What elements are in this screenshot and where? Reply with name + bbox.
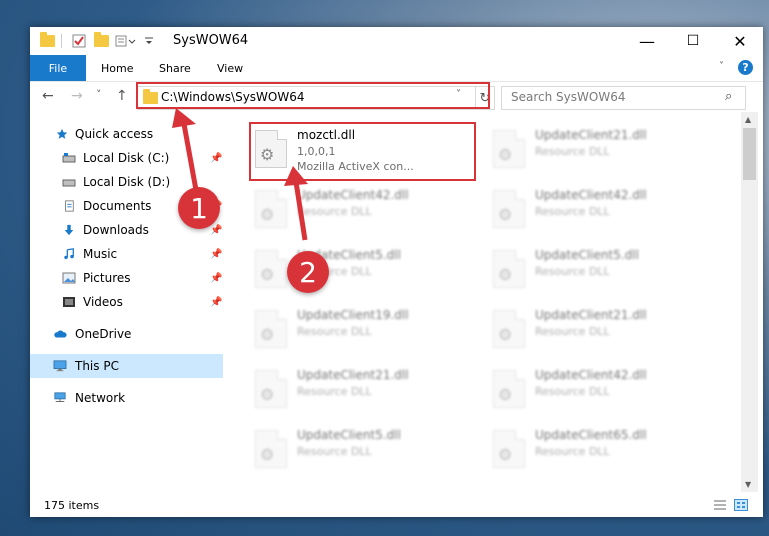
arrow-2-shaft xyxy=(293,181,308,241)
arrow-1-shaft xyxy=(181,123,199,191)
callout-2: 2 xyxy=(287,251,329,293)
arrow-1-head xyxy=(172,108,196,128)
annotation-arrows xyxy=(172,108,308,241)
callout-1: 1 xyxy=(178,187,220,229)
arrow-2-head xyxy=(284,166,308,186)
